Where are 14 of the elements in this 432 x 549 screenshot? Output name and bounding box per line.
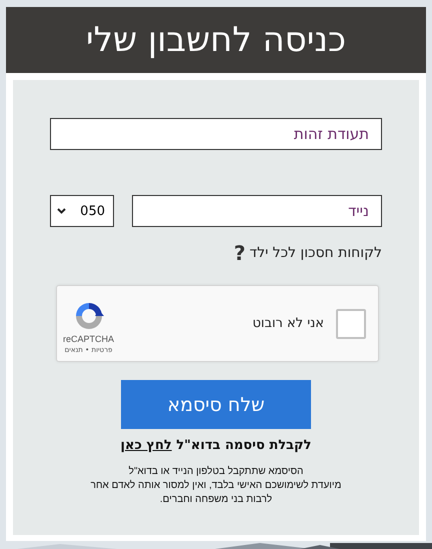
- prefix-select[interactable]: 050: [50, 195, 114, 227]
- id-field[interactable]: תעודת זהות: [50, 118, 382, 150]
- send-password-button[interactable]: שלח סיסמא: [121, 380, 311, 429]
- page-title: כניסה לחשבון שלי: [6, 7, 426, 73]
- recaptcha-brand: reCAPTCHA: [63, 334, 114, 344]
- password-notice: הסיסמא שתתקבל בטלפון הנייד או בדוא"ל מיועדת לשימושכם האישי בלבד, ואין למסור אותה לאדם אחר לרבות בני משפחה וחברים.: [90, 465, 342, 507]
- chevron-down-icon: [57, 208, 66, 214]
- child-savings-link[interactable]: לקוחות חסכון לכל ילד: [249, 245, 382, 261]
- help-mark[interactable]: ?: [234, 241, 246, 265]
- click-here-link[interactable]: לחץ כאן: [120, 438, 172, 453]
- robot-checkbox[interactable]: [336, 308, 366, 338]
- email-password-line: לקבלת סיסמה בדוא"ל לחץ כאן: [120, 438, 312, 453]
- robot-label: אני לא רובוט: [252, 316, 324, 331]
- phone-field[interactable]: נייד: [132, 195, 382, 227]
